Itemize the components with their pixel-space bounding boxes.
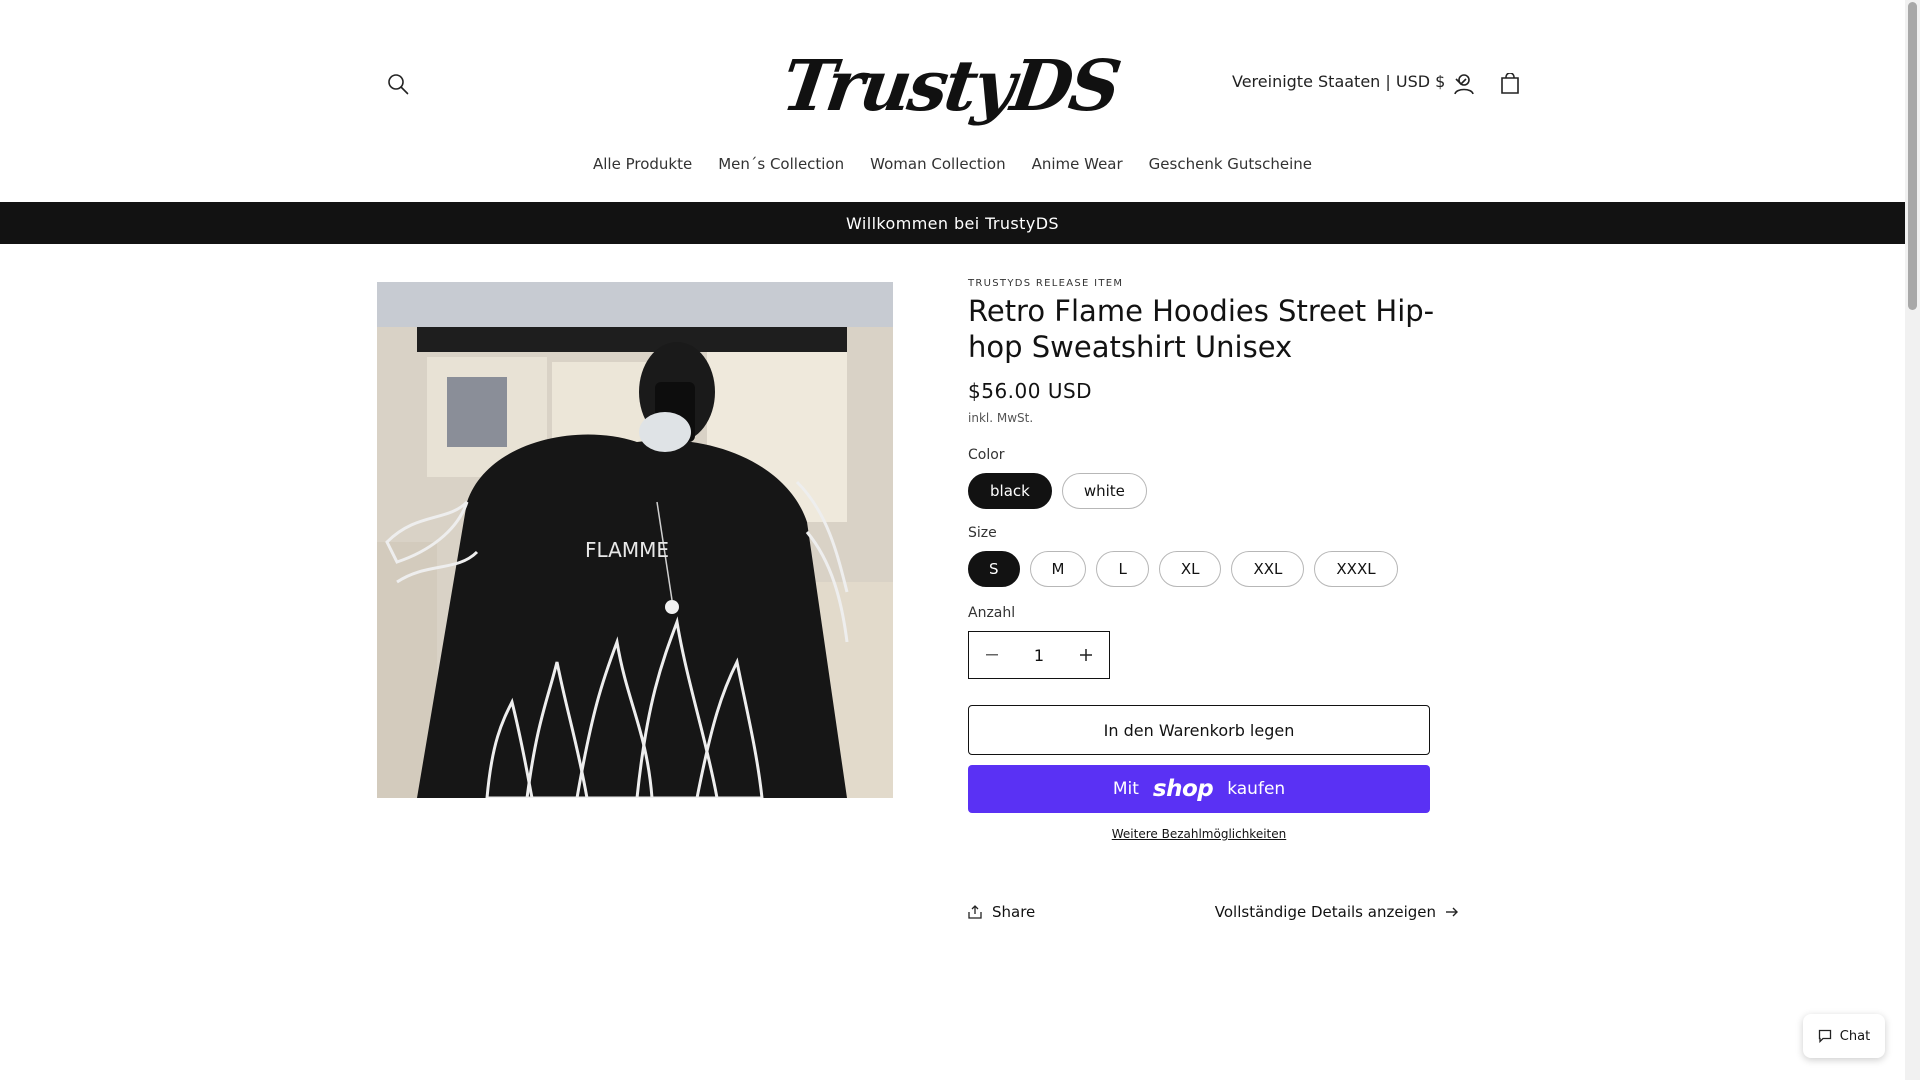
color-label: Color [968,447,1005,463]
size-option-s[interactable]: S [968,551,1020,587]
country-selector-label: Vereinigte Staaten | USD $ [1232,72,1446,91]
page-scrollbar[interactable] [1905,0,1920,1080]
plus-icon [1080,649,1092,661]
country-currency-selector[interactable]: Vereinigte Staaten | USD $ [1232,72,1467,91]
minus-icon [986,654,998,656]
size-option-xxxl[interactable]: XXXL [1314,551,1398,587]
product-vendor: TRUSTYDS RELEASE ITEM [968,278,1124,289]
product-image[interactable]: FLAMME [377,282,893,798]
nav-item-mens-collection[interactable]: Men´s Collection [705,155,857,173]
quantity-stepper [968,631,1110,679]
color-option-white[interactable]: white [1061,473,1147,509]
tax-note: inkl. MwSt. [968,411,1034,425]
add-to-cart-button[interactable]: In den Warenkorb legen [968,705,1430,755]
cart-button[interactable] [1492,66,1528,102]
more-payment-options-link[interactable]: Weitere Bezahlmöglichkeiten [968,827,1430,841]
share-icon [968,905,982,919]
chat-icon [1818,1029,1831,1043]
size-option-l[interactable]: L [1096,551,1149,587]
shop-pay-suffix: kaufen [1227,779,1286,799]
shop-pay-prefix: Mit [1112,779,1139,799]
full-details-label: Vollständige Details anzeigen [1214,903,1436,921]
chat-label: Chat [1839,1028,1871,1044]
quantity-label: Anzahl [968,605,1016,621]
logo-text: TrustyDS [776,43,1124,127]
shop-pay-button[interactable]: Mit shop kaufen [968,765,1430,813]
search-button[interactable] [380,66,416,102]
main-navigation: Alle Produkte Men´s Collection Woman Col… [0,155,1905,173]
search-icon [388,74,409,95]
product-info: TRUSTYDS RELEASE ITEM Retro Flame Hoodie… [968,278,1458,921]
announcement-text: Willkommen bei TrustyDS [846,213,1059,233]
share-details-row: Share Vollständige Details anzeigen [968,903,1458,921]
cart-icon [1501,73,1519,94]
shop-pay-logo: shop [1152,776,1214,802]
site-logo[interactable]: TrustyDS [777,40,1123,130]
nav-item-alle-produkte[interactable]: Alle Produkte [580,155,705,173]
size-option-xl[interactable]: XL [1158,551,1222,587]
size-label: Size [968,525,997,541]
arrow-right-icon [1446,907,1458,917]
nav-item-geschenk-gutscheine[interactable]: Geschenk Gutscheine [1136,155,1325,173]
size-options: S M L XL XXL XXXL [968,551,1438,587]
hoodie-print-text: FLAMME [585,538,669,562]
color-option-black[interactable]: black [968,473,1052,509]
color-options: black white [968,473,1438,509]
nav-item-anime-wear[interactable]: Anime Wear [1019,155,1136,173]
quantity-input[interactable] [1017,644,1061,666]
chat-button[interactable]: Chat [1803,1014,1885,1058]
full-details-link[interactable]: Vollständige Details anzeigen [1215,903,1458,921]
product-photo: FLAMME [377,282,893,798]
nav-item-woman-collection[interactable]: Woman Collection [857,155,1018,173]
account-icon [1454,74,1474,95]
announcement-bar: Willkommen bei TrustyDS [0,202,1905,244]
scrollbar-thumb[interactable] [1908,2,1917,310]
quantity-decrease-button[interactable] [969,632,1015,678]
account-button[interactable] [1446,66,1482,102]
size-option-m[interactable]: M [1029,551,1087,587]
product-title: Retro Flame Hoodies Street Hip-hop Sweat… [968,294,1435,364]
product-price: $56.00 USD [968,379,1093,403]
page: TrustyDS Vereinigte Staaten | USD $ Alle… [0,0,1905,1080]
site-header: TrustyDS Vereinigte Staaten | USD $ Alle… [0,0,1905,202]
share-button[interactable]: Share [968,903,1035,921]
size-option-xxl[interactable]: XXL [1231,551,1305,587]
quantity-increase-button[interactable] [1063,632,1109,678]
share-label: Share [992,903,1036,921]
